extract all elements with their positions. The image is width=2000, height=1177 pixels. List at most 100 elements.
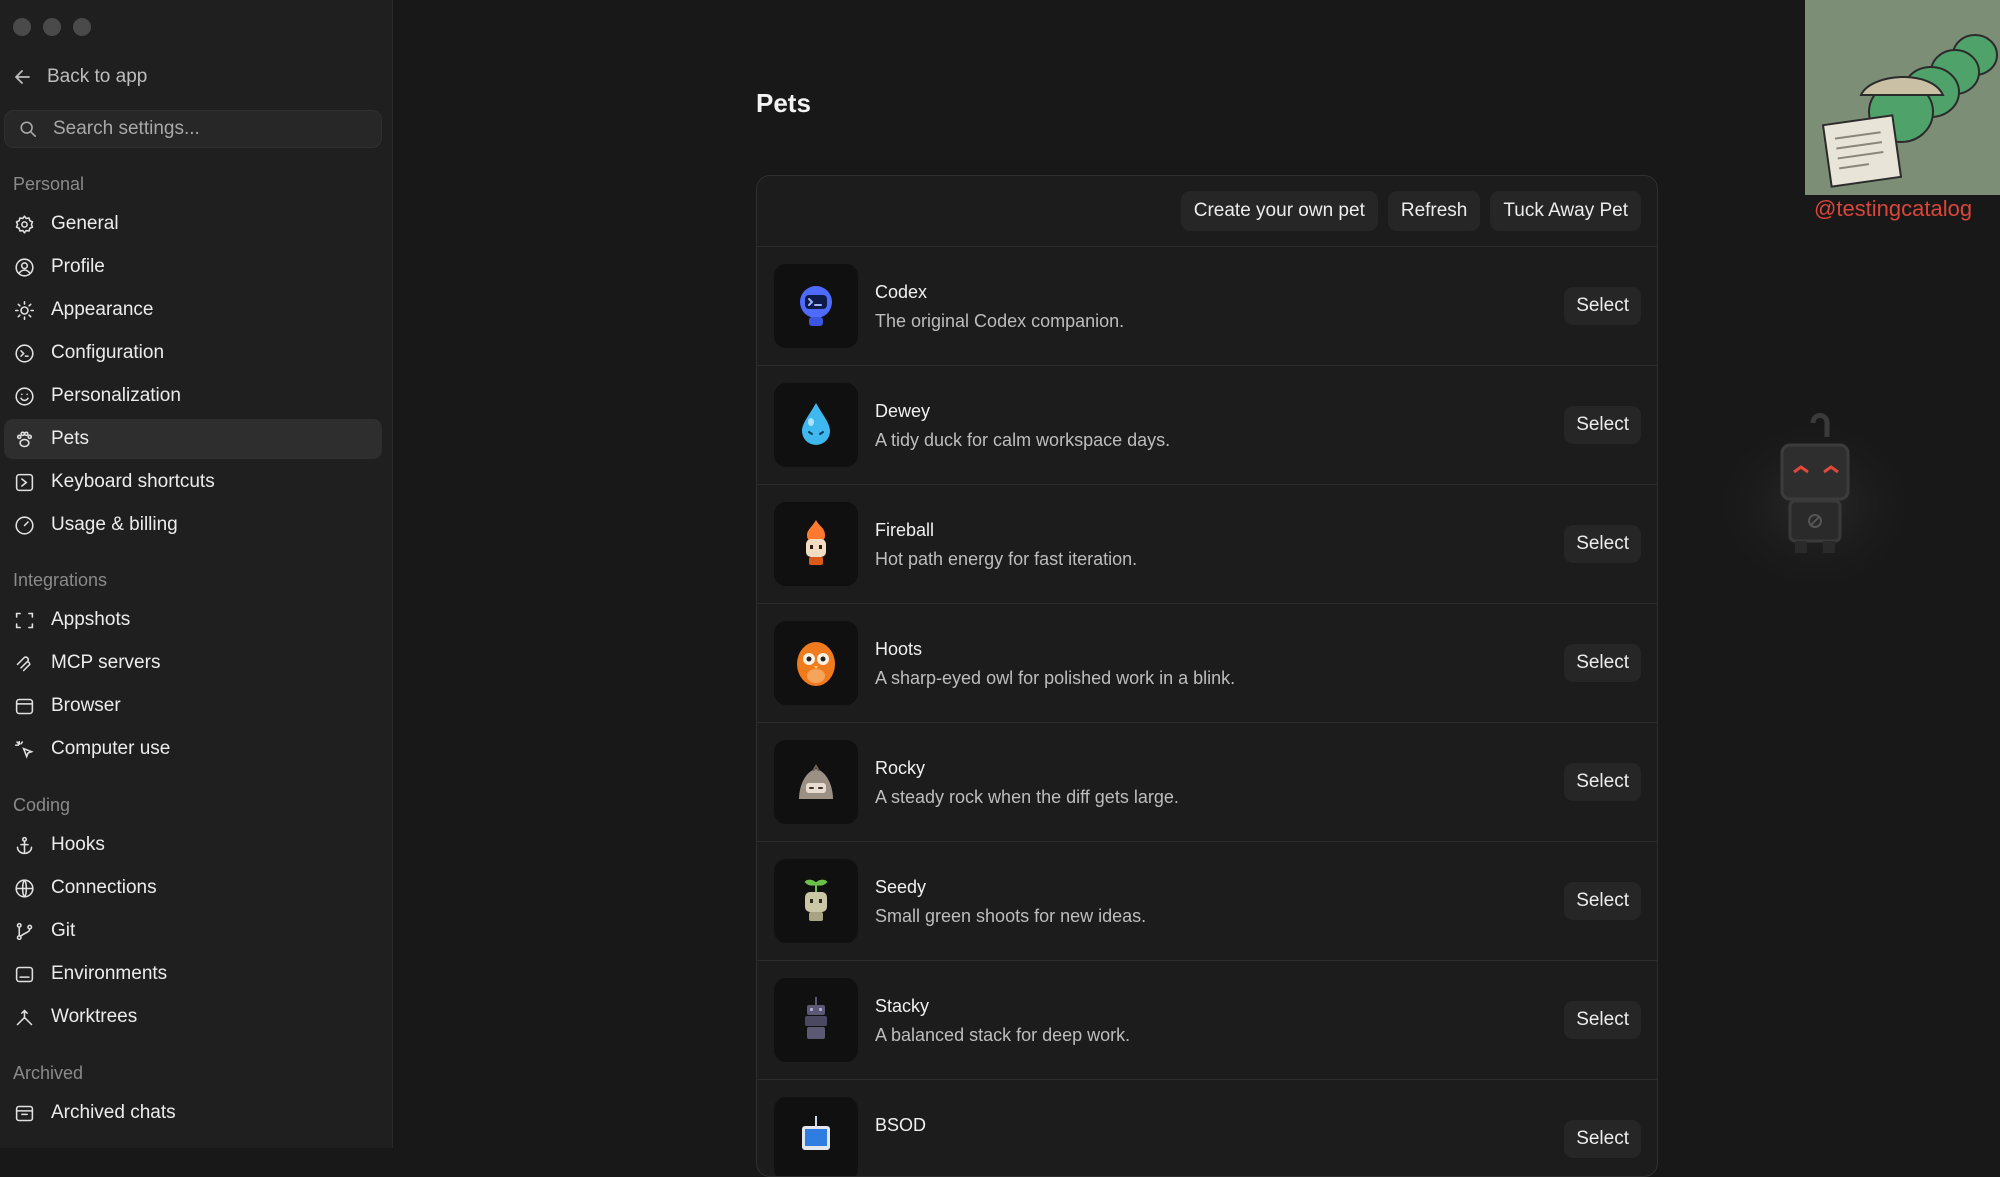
git-branch-icon (16, 922, 33, 940)
water-drop-icon (802, 403, 830, 445)
pet-name: Fireball (875, 520, 935, 540)
terminal-window-icon (15, 966, 34, 982)
bsod-monitor-icon (802, 1116, 830, 1150)
sidebar-item-environments[interactable]: Environments (4, 954, 382, 994)
sidebar-item-personalization[interactable]: Personalization (4, 376, 382, 416)
pet-description: Small green shoots for new ideas. (875, 906, 1147, 926)
settings-sidebar: Back to app Personal General Profile App… (0, 0, 393, 1148)
sidebar-item-label: Configuration (51, 342, 165, 363)
select-pet-button[interactable]: Select (1564, 644, 1641, 682)
pet-name: Dewey (875, 401, 931, 421)
sidebar-item-label: MCP servers (51, 652, 161, 673)
pet-row-seedy: Seedy Small green shoots for new ideas. … (757, 842, 1657, 961)
pet-description: A steady rock when the diff gets large. (875, 787, 1179, 807)
close-window-button[interactable] (13, 18, 31, 36)
tuck-away-pet-button[interactable]: Tuck Away Pet (1490, 191, 1641, 231)
watermark-handle: @testingcatalog (1814, 196, 1973, 221)
pet-row-dewey: Dewey A tidy duck for calm workspace day… (757, 366, 1657, 485)
sidebar-item-general[interactable]: General (4, 204, 382, 244)
globe-icon (15, 878, 34, 898)
select-pet-button[interactable]: Select (1564, 287, 1641, 325)
archive-box-icon (15, 1105, 34, 1121)
sidebar-item-label: Computer use (51, 738, 171, 759)
select-pet-button[interactable]: Select (1564, 763, 1641, 801)
sidebar-item-pets[interactable]: Pets (4, 419, 382, 459)
section-label-coding: Coding (13, 795, 71, 815)
floating-pet-robot[interactable] (1700, 395, 1930, 605)
screenshot-frame-icon (15, 612, 34, 628)
sidebar-item-label: Usage & billing (51, 514, 178, 535)
sidebar-item-label: Browser (51, 695, 121, 716)
pet-thumbnail (774, 502, 858, 586)
sidebar-item-profile[interactable]: Profile (4, 247, 382, 287)
codex-robot-icon (800, 286, 832, 326)
newspaper-creature-illustration (1805, 0, 2000, 195)
section-label-archived: Archived (13, 1063, 84, 1083)
pet-row-hoots: Hoots A sharp-eyed owl for polished work… (757, 604, 1657, 723)
select-pet-button[interactable]: Select (1564, 406, 1641, 444)
create-own-pet-button[interactable]: Create your own pet (1180, 191, 1378, 231)
select-pet-button[interactable]: Select (1564, 882, 1641, 920)
select-pet-button[interactable]: Select (1564, 1001, 1641, 1039)
sidebar-item-connections[interactable]: Connections (4, 868, 382, 908)
pet-row-fireball: Fireball Hot path energy for fast iterat… (757, 485, 1657, 604)
sidebar-item-configuration[interactable]: Configuration (4, 333, 382, 373)
pet-row-bsod: BSOD Select (757, 1080, 1657, 1176)
select-pet-button[interactable]: Select (1564, 1120, 1641, 1158)
seedling-icon (804, 879, 828, 921)
sidebar-item-archived-chats[interactable]: Archived chats (4, 1093, 382, 1133)
pet-row-codex: Codex The original Codex companion. Sele… (757, 247, 1657, 366)
back-to-app-label: Back to app (47, 66, 148, 87)
pet-thumbnail (774, 383, 858, 467)
sidebar-item-label: Profile (51, 256, 105, 277)
refresh-button[interactable]: Refresh (1387, 191, 1481, 231)
sun-icon (14, 300, 35, 320)
pet-description: Hot path energy for fast iteration. (875, 549, 1138, 569)
search-input[interactable] (51, 117, 375, 141)
minimize-window-button[interactable] (43, 18, 61, 36)
sidebar-item-label: Archived chats (51, 1102, 176, 1123)
pet-thumbnail (774, 1097, 858, 1176)
sidebar-item-label: Keyboard shortcuts (51, 471, 215, 492)
sidebar-item-label: Environments (51, 963, 168, 984)
pet-name: BSOD (875, 1115, 927, 1135)
arrow-left-icon (15, 70, 30, 84)
pet-description: A tidy duck for calm workspace days. (875, 430, 1171, 450)
configuration-icon (15, 343, 34, 363)
stack-robot-icon (805, 997, 827, 1039)
section-label-personal: Personal (13, 174, 85, 194)
back-to-app-link[interactable]: Back to app (13, 66, 147, 88)
fireball-icon (806, 520, 826, 565)
sidebar-item-appearance[interactable]: Appearance (4, 290, 382, 330)
sidebar-item-label: Hooks (51, 834, 105, 855)
cursor-click-icon (14, 740, 34, 759)
sidebar-item-hooks[interactable]: Hooks (4, 825, 382, 865)
pet-description: The original Codex companion. (875, 311, 1125, 331)
sidebar-item-label: Personalization (51, 385, 181, 406)
sidebar-item-git[interactable]: Git (4, 911, 382, 951)
sidebar-item-usage-billing[interactable]: Usage & billing (4, 505, 382, 545)
sidebar-item-appshots[interactable]: Appshots (4, 600, 382, 640)
sidebar-item-label: General (51, 213, 119, 234)
pet-thumbnail (774, 859, 858, 943)
pet-thumbnail (774, 978, 858, 1062)
sidebar-item-worktrees[interactable]: Worktrees (4, 997, 382, 1037)
sidebar-item-label: Connections (51, 877, 157, 898)
pet-name: Stacky (875, 996, 930, 1016)
select-pet-button[interactable]: Select (1564, 525, 1641, 563)
pet-description: A sharp-eyed owl for polished work in a … (875, 668, 1236, 688)
page-title: Pets (756, 88, 811, 118)
pet-description: A balanced stack for deep work. (875, 1025, 1131, 1045)
sidebar-item-label: Pets (51, 428, 90, 449)
zoom-window-button[interactable] (73, 18, 91, 36)
sidebar-item-browser[interactable]: Browser (4, 686, 382, 726)
pet-name: Hoots (875, 639, 923, 659)
keyboard-shortcut-icon (15, 473, 34, 491)
sidebar-item-computer-use[interactable]: Computer use (4, 729, 382, 769)
sidebar-item-keyboard-shortcuts[interactable]: Keyboard shortcuts (4, 462, 382, 502)
pet-thumbnail (774, 740, 858, 824)
sidebar-item-mcp-servers[interactable]: MCP servers (4, 643, 382, 683)
pet-name: Codex (875, 282, 928, 302)
search-icon (20, 121, 37, 138)
settings-search[interactable] (4, 110, 382, 148)
